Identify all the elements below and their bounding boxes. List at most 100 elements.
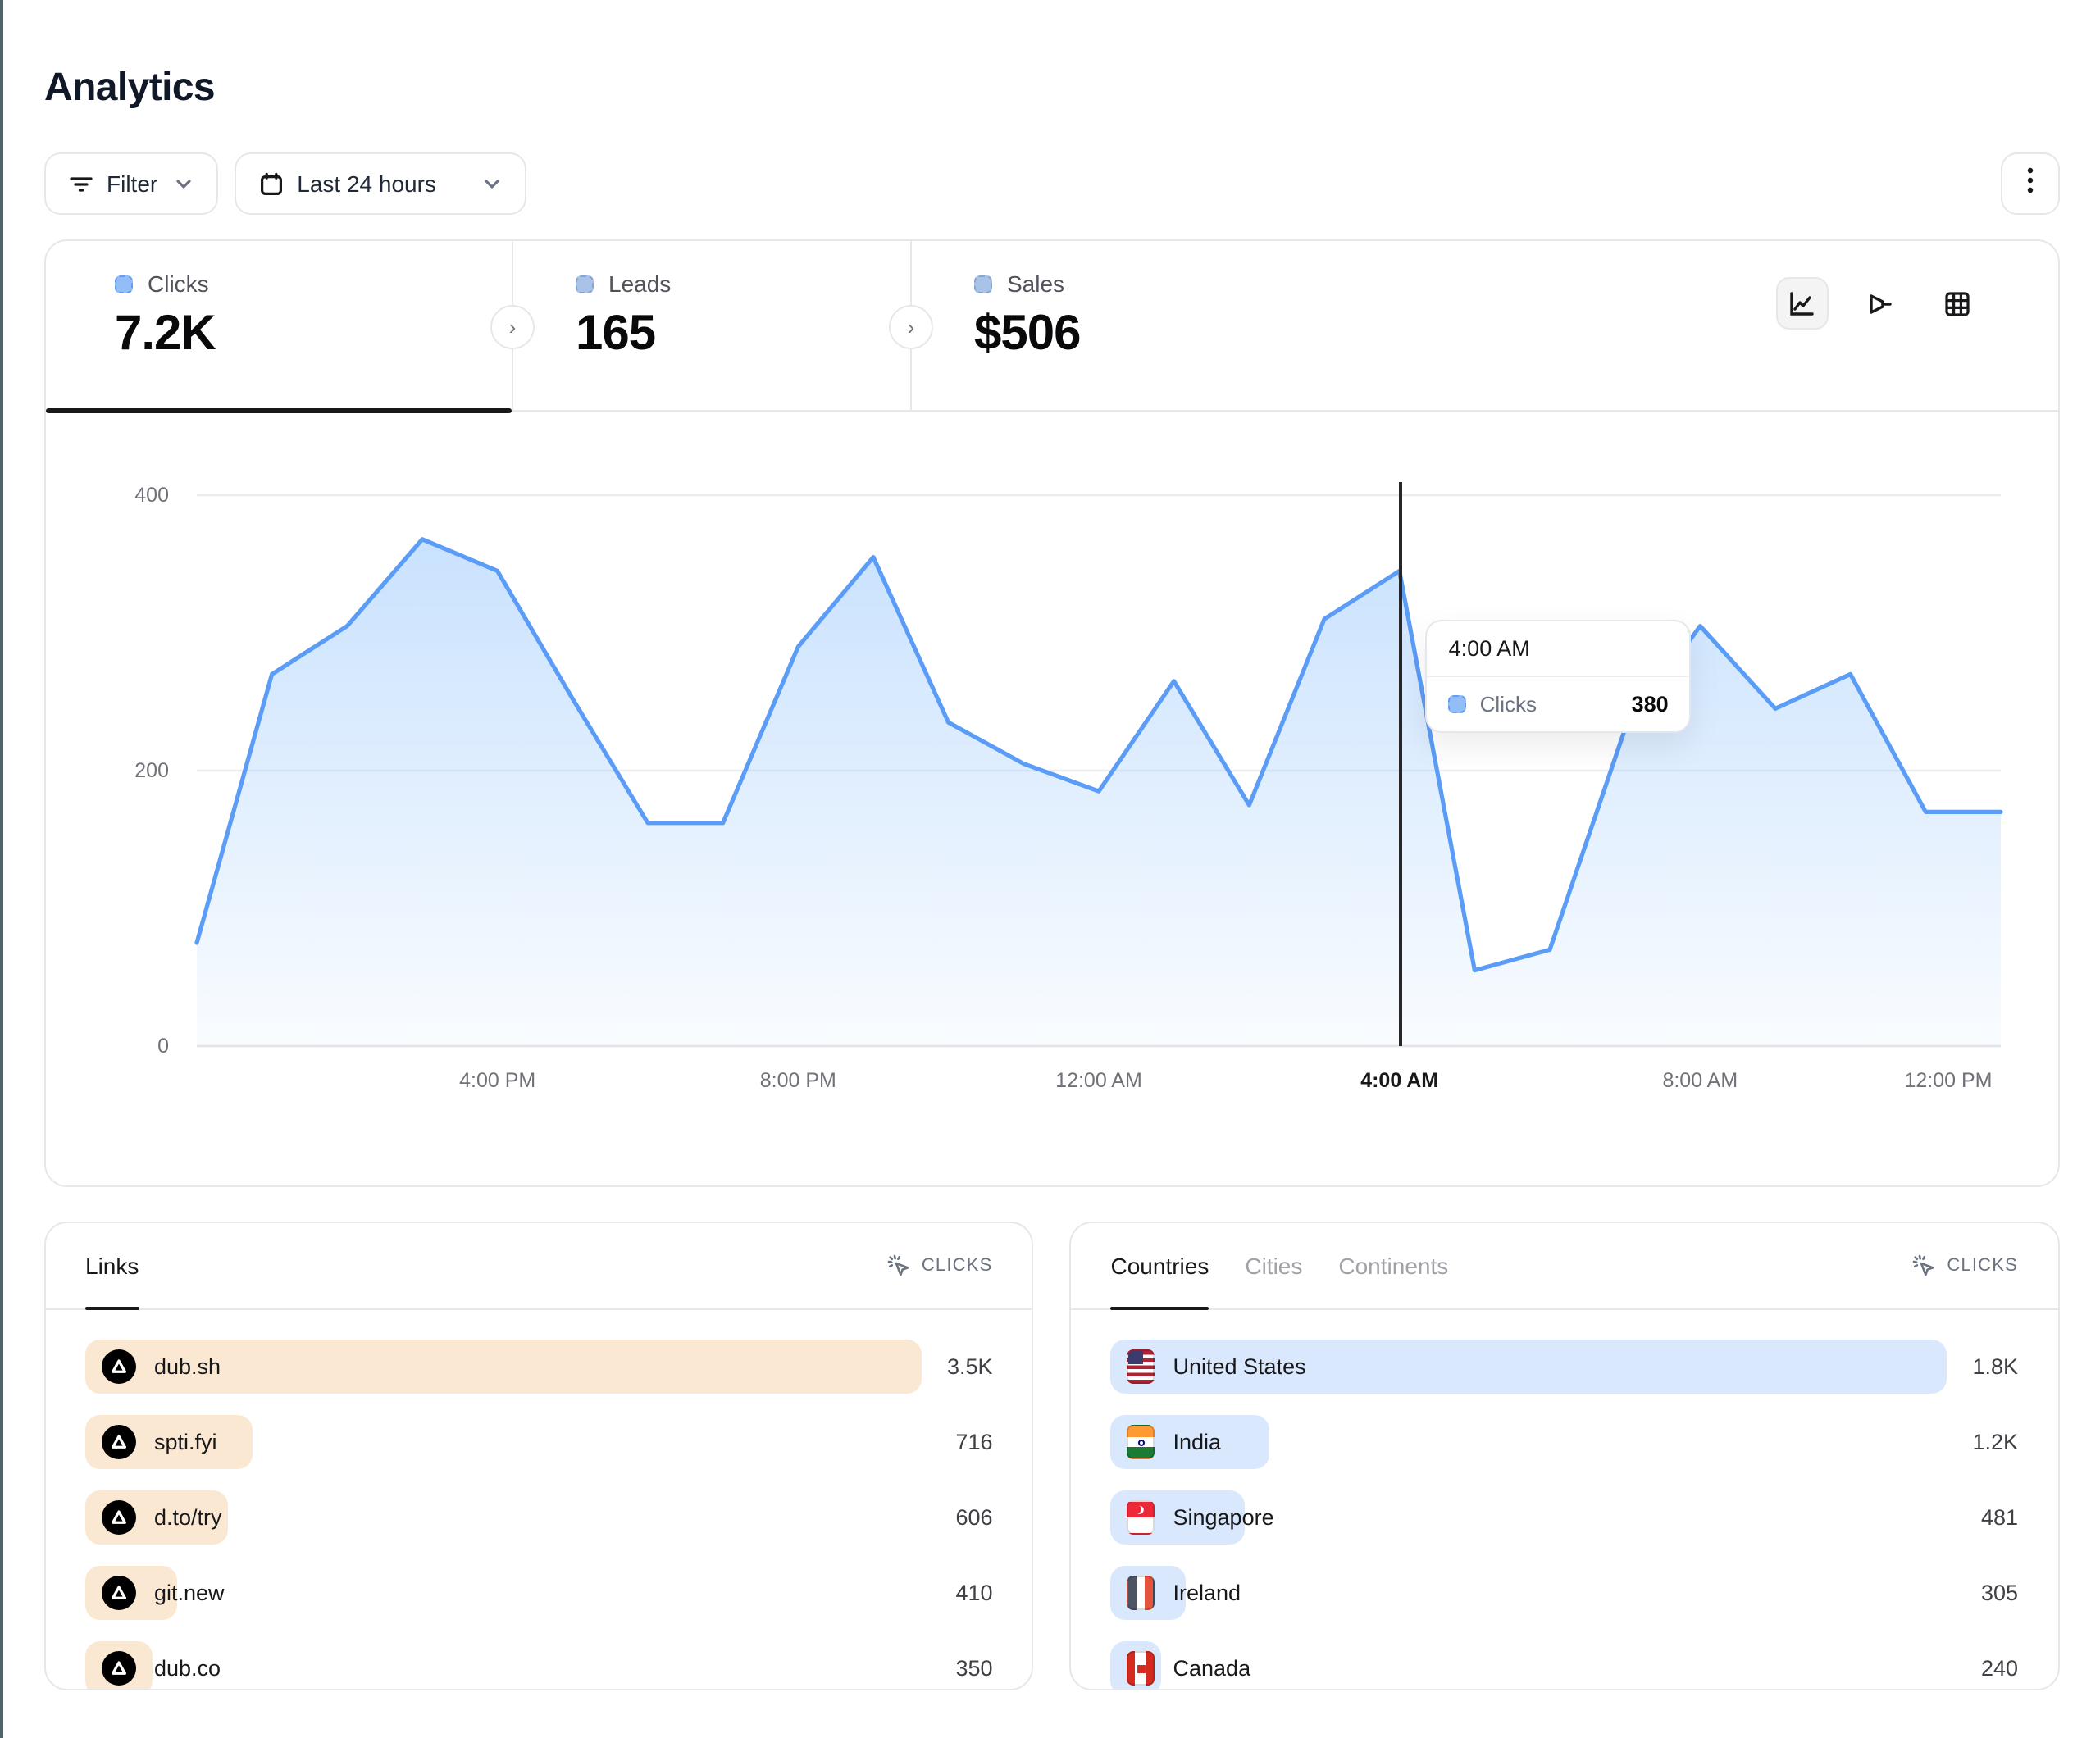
hover-crosshair-line	[1400, 482, 1402, 1046]
row-value: 410	[955, 1581, 992, 1605]
chevron-down-icon	[174, 174, 194, 193]
kebab-vertical-icon	[2026, 167, 2033, 200]
flag-in-icon	[1127, 1425, 1155, 1459]
x-axis-tick: 4:00 AM	[1360, 1069, 1438, 1092]
analytics-chart-card: Clicks 7.2K Leads 165 Sales $	[44, 239, 2059, 1187]
funnel-chart-view-button[interactable]	[1856, 279, 1905, 328]
x-axis-tick: 4:00 PM	[459, 1069, 535, 1092]
row-value: 3.5K	[947, 1354, 993, 1379]
row-label: spti.fyi	[154, 1430, 217, 1454]
row-value: 606	[955, 1505, 992, 1530]
stat-value-clicks: 7.2K	[115, 307, 512, 362]
tab-links[interactable]: Links	[85, 1223, 139, 1308]
country-row[interactable]: Ireland 305	[1111, 1566, 2019, 1620]
sales-legend-swatch	[974, 275, 992, 293]
row-label: India	[1173, 1430, 1222, 1454]
stat-tab-leads[interactable]: Leads 165	[512, 241, 910, 410]
stat-value-sales: $506	[974, 307, 1320, 362]
window-edge-strip	[0, 0, 2, 1738]
chart-view-toolbar	[1775, 277, 1982, 330]
countries-card: Countries Cities Continents CLICKS Unite…	[1070, 1222, 2060, 1690]
cursor-click-icon	[1912, 1254, 1935, 1277]
line-chart-view-button[interactable]	[1775, 277, 1828, 330]
expand-stat-button[interactable]: ›	[889, 305, 933, 349]
stat-tab-sales[interactable]: Sales $506	[910, 241, 1320, 410]
clicks-legend-swatch	[115, 275, 133, 293]
x-axis: 4:00 PM 8:00 PM 12:00 AM 4:00 AM 8:00 AM 12:0…	[197, 1069, 2001, 1102]
country-row[interactable]: United States 1.8K	[1111, 1340, 2019, 1394]
x-axis-tick: 8:00 AM	[1662, 1069, 1738, 1092]
cursor-click-icon	[887, 1254, 910, 1277]
row-label: Ireland	[1173, 1581, 1241, 1605]
date-range-label: Last 24 hours	[297, 171, 436, 197]
links-metric-label[interactable]: CLICKS	[922, 1256, 993, 1276]
row-value: 305	[1981, 1581, 2018, 1605]
dub-logo-icon	[102, 1349, 136, 1384]
tab-continents[interactable]: Continents	[1338, 1223, 1448, 1308]
tab-countries[interactable]: Countries	[1111, 1223, 1209, 1308]
country-row[interactable]: India 1.2K	[1111, 1415, 2019, 1469]
x-axis-tick: 12:00 AM	[1055, 1069, 1142, 1092]
y-axis-tick: 400	[71, 484, 169, 507]
row-value: 240	[1981, 1656, 2018, 1681]
row-value: 716	[955, 1430, 992, 1454]
stat-tab-clicks[interactable]: Clicks 7.2K	[46, 241, 512, 410]
expand-stat-button[interactable]: ›	[490, 305, 535, 349]
row-value: 1.8K	[1972, 1354, 2018, 1379]
row-label: git.new	[154, 1581, 225, 1605]
row-label: Singapore	[1173, 1505, 1274, 1530]
x-axis-tick: 8:00 PM	[760, 1069, 836, 1092]
tooltip-value: 380	[1632, 692, 1669, 717]
link-row[interactable]: dub.sh 3.5K	[85, 1340, 993, 1394]
countries-metric-label[interactable]: CLICKS	[1947, 1256, 2018, 1276]
tab-cities[interactable]: Cities	[1245, 1223, 1302, 1308]
x-axis-tick: 12:00 PM	[1904, 1069, 1992, 1092]
more-options-button[interactable]	[2000, 152, 2059, 215]
row-value: 1.2K	[1972, 1430, 2018, 1454]
row-value: 350	[955, 1656, 992, 1681]
dub-logo-icon	[102, 1576, 136, 1610]
link-row[interactable]: d.to/try606	[85, 1490, 993, 1545]
row-label: dub.co	[154, 1656, 221, 1681]
dub-logo-icon	[102, 1500, 136, 1535]
leads-legend-swatch	[576, 275, 594, 293]
analytics-page: Analytics Filter Last 24 hours	[0, 0, 2100, 1738]
stat-label: Sales	[1007, 271, 1064, 297]
country-row[interactable]: Canada 240	[1111, 1641, 2019, 1690]
link-row[interactable]: git.new 410	[85, 1566, 993, 1620]
date-range-button[interactable]: Last 24 hours	[235, 152, 526, 215]
row-label: United States	[1173, 1354, 1306, 1379]
link-row[interactable]: spti.fyi 716	[85, 1415, 993, 1469]
controls-row: Filter Last 24 hours	[44, 152, 2059, 215]
stat-label: Clicks	[148, 271, 209, 297]
filter-icon	[69, 171, 93, 196]
row-value: 481	[1981, 1505, 2018, 1530]
links-metric: CLICKS	[887, 1254, 993, 1277]
dub-logo-icon	[102, 1425, 136, 1459]
chart-region: 400 200 0 4:00 PM 8:00 PM 12:00 AM 4:00 AM 8…	[46, 412, 2057, 1190]
country-row[interactable]: Singapore 481	[1111, 1490, 2019, 1545]
link-row[interactable]: dub.co 350	[85, 1641, 993, 1690]
row-label: dub.sh	[154, 1354, 221, 1379]
flag-us-icon	[1127, 1349, 1155, 1384]
clicks-legend-swatch	[1449, 695, 1467, 713]
y-axis-tick: 0	[71, 1035, 169, 1058]
countries-metric: CLICKS	[1912, 1254, 2018, 1277]
flag-ie-icon	[1127, 1576, 1155, 1610]
links-card: Links CLICKS dub.sh 3.5K spti.fyi 716 d.to/t…	[44, 1222, 1034, 1690]
calendar-icon	[259, 171, 284, 196]
tooltip-time: 4:00 AM	[1428, 621, 1690, 677]
stat-label: Leads	[608, 271, 671, 297]
filter-button-label: Filter	[107, 171, 157, 197]
flag-ca-icon	[1127, 1651, 1155, 1686]
row-label: Canada	[1173, 1656, 1251, 1681]
clicks-area-chart[interactable]	[197, 475, 2001, 1046]
page-title: Analytics	[44, 0, 2059, 111]
tooltip-series: Clicks	[1480, 692, 1537, 717]
filter-button[interactable]: Filter	[44, 152, 218, 215]
y-axis-tick: 200	[71, 759, 169, 782]
table-grid-view-button[interactable]	[1933, 279, 1982, 328]
flag-sg-icon	[1127, 1500, 1155, 1535]
chevron-down-icon	[482, 174, 502, 193]
stat-value-leads: 165	[576, 307, 910, 362]
